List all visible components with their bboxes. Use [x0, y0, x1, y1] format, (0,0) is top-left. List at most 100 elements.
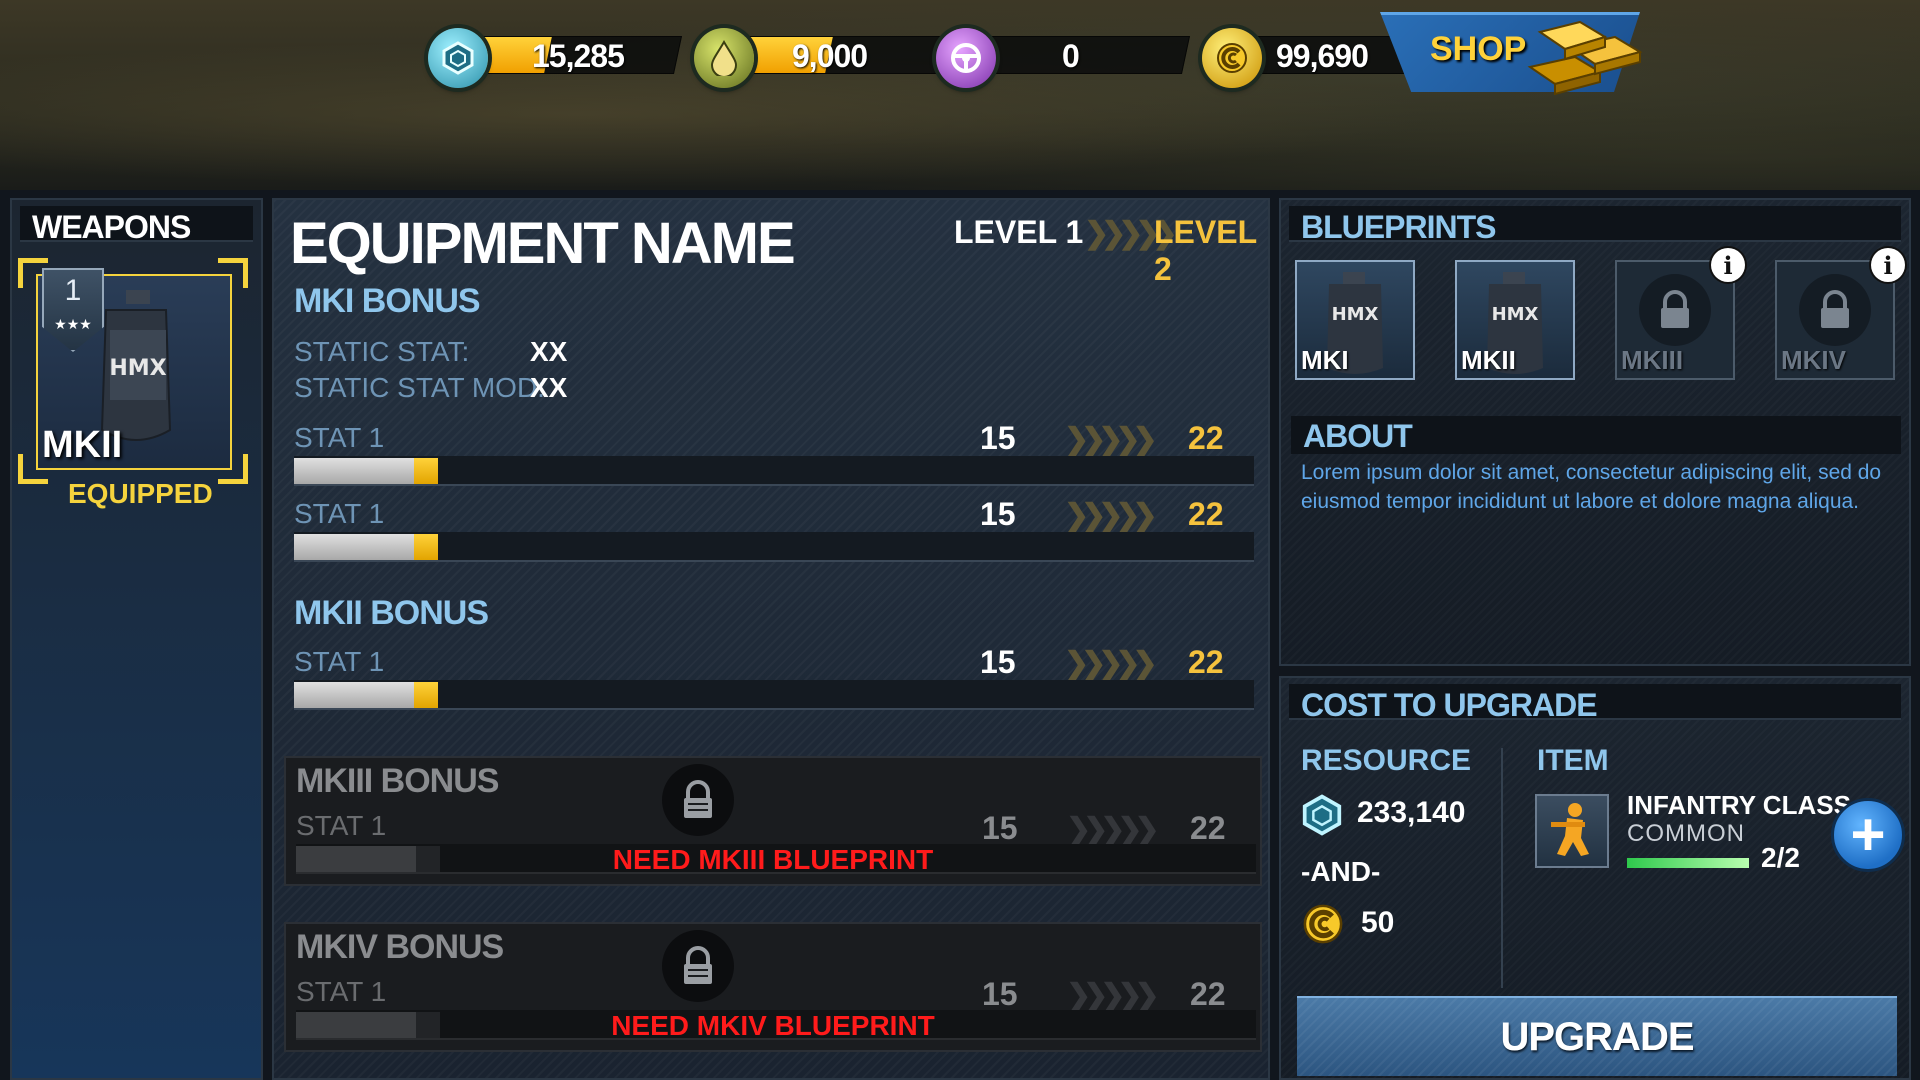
add-item-button[interactable]: +	[1831, 798, 1905, 872]
mk3-from: 15	[982, 810, 1018, 846]
item-progress-bar	[1627, 858, 1749, 868]
resource-coin: 99,690	[1202, 28, 1437, 88]
static-stat-value: XX	[530, 336, 568, 367]
stat-arrows-icon: ❯❯❯❯❯	[1066, 979, 1160, 1012]
level-from: LEVEL 1	[954, 214, 1084, 250]
mk4-bonus-locked: MKIV BONUS STAT 1 15 ❯❯❯❯❯ 22 NEED MKIV …	[284, 922, 1262, 1052]
blueprint-label: MKIII	[1621, 345, 1684, 375]
mk4-bonus-title: MKIV BONUS	[296, 928, 504, 966]
shop-label[interactable]: SHOP	[1430, 30, 1526, 69]
equipped-label: EQUIPPED	[68, 478, 213, 509]
steering-wheel-icon	[936, 28, 996, 88]
upgrade-button[interactable]: UPGRADE	[1297, 996, 1897, 1076]
static-stat-mod-value: XX	[530, 372, 568, 403]
gold-bars-icon	[1527, 20, 1643, 96]
bar-base	[294, 458, 414, 484]
hex-resource-icon	[1302, 794, 1342, 836]
item-count: 2/2	[1761, 842, 1800, 873]
mk1-stat2-from: 15	[980, 496, 1016, 532]
mk1-stat2-label: STAT 1	[294, 498, 385, 529]
resource-wheel-track	[971, 36, 1191, 74]
resource-coin-value: 99,690	[1276, 38, 1369, 74]
resource-hex-value: 15,285	[532, 38, 625, 74]
bar-upgrade	[414, 458, 438, 484]
cost-title: COST TO UPGRADE	[1301, 687, 1598, 723]
lock-icon	[662, 930, 734, 1002]
mk2-bonus-title: MKII BONUS	[294, 594, 489, 632]
bar-upgrade	[414, 682, 438, 708]
stat-arrows-icon: ❯❯❯❯❯	[1064, 647, 1158, 680]
mk2-stat1-bar	[294, 680, 1254, 710]
svg-text:HMX: HMX	[109, 356, 166, 381]
mk3-stat-label: STAT 1	[296, 810, 387, 841]
item-header: ITEM	[1537, 744, 1609, 777]
resource-hex: 15,285	[428, 28, 683, 88]
equipment-name: EQUIPMENT NAME	[290, 211, 796, 276]
stat-arrows-icon: ❯❯❯❯❯	[1064, 499, 1158, 532]
svg-text:HMX: HMX	[1492, 304, 1539, 325]
about-text: Lorem ipsum dolor sit amet, consectetur …	[1301, 461, 1882, 513]
bar-base	[294, 682, 414, 708]
blueprint-label: MKIV	[1781, 345, 1846, 375]
stat-arrows-icon: ❯❯❯❯❯	[1064, 423, 1158, 456]
blueprint-label: MKI	[1301, 345, 1349, 375]
and-label: -AND-	[1301, 856, 1381, 887]
coin-icon	[1202, 28, 1262, 88]
mk1-stat2-bar	[294, 532, 1254, 562]
mk4-to: 22	[1190, 976, 1226, 1012]
resource-cost: 233,140	[1357, 796, 1466, 829]
blueprint-card-mk1[interactable]: HMX MKI	[1295, 260, 1415, 380]
static-stat-mod-label: STATIC STAT MOD:	[294, 372, 545, 403]
hex-resource-icon	[428, 28, 488, 88]
lock-icon	[1799, 274, 1871, 346]
mk4-stat-label: STAT 1	[296, 976, 387, 1007]
mk2-stat1-to: 22	[1188, 644, 1224, 680]
rank-stars-icon: ★★★	[54, 316, 92, 332]
cost-divider	[1501, 748, 1503, 988]
coin-icon	[1303, 904, 1343, 944]
mk1-bonus-title: MKI BONUS	[294, 282, 481, 320]
info-icon[interactable]: i	[1711, 248, 1745, 282]
mk3-need-blueprint: NEED MKIII BLUEPRINT	[612, 844, 934, 875]
mk3-to: 22	[1190, 810, 1226, 846]
resource-header: RESOURCE	[1301, 744, 1472, 777]
about-header: ABOUT	[1291, 416, 1901, 454]
top-resource-bar: 15,285 9,000 0 99,690 SHOP	[0, 0, 1920, 190]
blueprints-title: BLUEPRINTS	[1301, 209, 1496, 245]
mk2-stat1-from: 15	[980, 644, 1016, 680]
mk1-stat2-to: 22	[1188, 496, 1224, 532]
mk1-stat1-from: 15	[980, 420, 1016, 456]
oil-drop-icon	[694, 28, 754, 88]
coin-cost: 50	[1361, 906, 1395, 939]
resource-wheel-value: 0	[1062, 38, 1080, 74]
item-rarity: COMMON	[1627, 820, 1745, 847]
level-to: LEVEL 2	[1154, 214, 1257, 287]
blueprint-label: MKII	[1461, 345, 1516, 375]
weapons-header: WEAPONS	[20, 206, 253, 245]
mk1-stat1-to: 22	[1188, 420, 1224, 456]
resource-oil-value: 9,000	[792, 38, 868, 74]
mk2-stat1-label: STAT 1	[294, 646, 385, 677]
weapons-title: WEAPONS	[32, 209, 191, 245]
lock-icon	[1639, 274, 1711, 346]
mk4-need-blueprint: NEED MKIV BLUEPRINT	[611, 1010, 935, 1041]
infantry-soldier-icon	[1535, 794, 1609, 868]
resource-oil: 9,000	[694, 28, 949, 88]
bar-upgrade	[414, 534, 438, 560]
svg-text:HMX: HMX	[1332, 304, 1379, 325]
stat-arrows-icon: ❯❯❯❯❯	[1066, 813, 1160, 846]
cost-header: COST TO UPGRADE	[1289, 684, 1901, 723]
static-stat-label: STATIC STAT:	[294, 336, 470, 367]
mk1-stat1-bar	[294, 456, 1254, 486]
weapon-mk-label: MKII	[42, 424, 123, 466]
resource-wheel: 0	[936, 28, 1191, 88]
blueprints-header: BLUEPRINTS	[1289, 206, 1901, 245]
mk3-bonus-title: MKIII BONUS	[296, 762, 499, 800]
blueprint-card-mk2[interactable]: HMX MKII	[1455, 260, 1575, 380]
bar-base	[294, 534, 414, 560]
mk1-stat1-label: STAT 1	[294, 422, 385, 453]
cost-panel: COST TO UPGRADE RESOURCE ITEM 233,140 -A…	[1279, 676, 1911, 1080]
info-icon[interactable]: i	[1871, 248, 1905, 282]
mk4-from: 15	[982, 976, 1018, 1012]
item-progress-fill	[1627, 858, 1749, 868]
